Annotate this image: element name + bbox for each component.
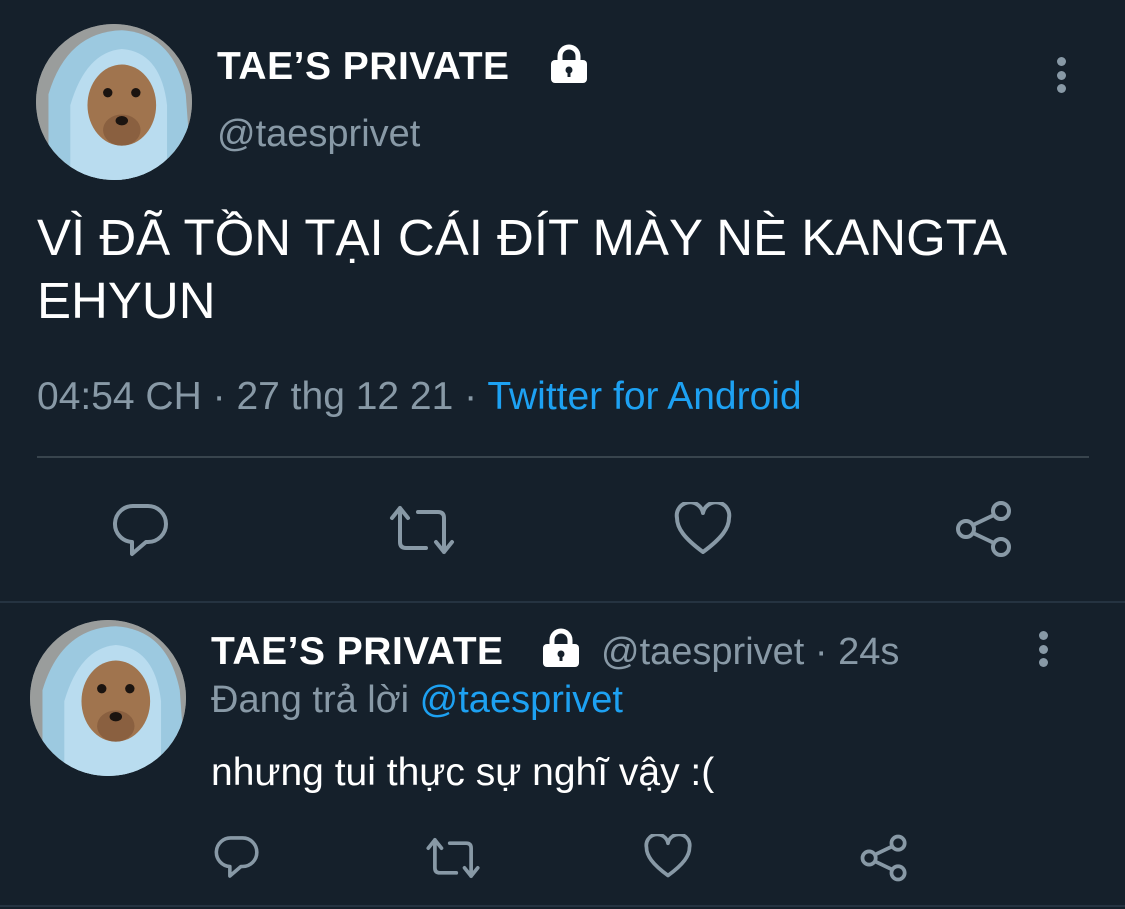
like-button[interactable] xyxy=(674,502,732,556)
share-icon xyxy=(860,834,907,882)
main-tweet-text-line2: EHYUN xyxy=(37,272,216,329)
tweet-meta: 04:54 CH · 27 thg 12 21 · Twitter for An… xyxy=(37,374,802,420)
reply-display-name[interactable]: TAE’S PRIVATE xyxy=(211,630,504,674)
reply-icon xyxy=(112,503,168,556)
share-icon xyxy=(956,501,1011,557)
bottom-separator xyxy=(0,905,1125,907)
reply-handle-time[interactable]: @taesprivet · 24s xyxy=(601,630,899,674)
tweet-time[interactable]: 04:54 CH xyxy=(37,375,202,418)
replying-to-handle[interactable]: @taesprivet xyxy=(420,679,623,721)
tweet-source[interactable]: Twitter for Android xyxy=(487,375,801,418)
share-button[interactable] xyxy=(860,834,908,882)
retweet-icon xyxy=(390,506,454,554)
reply-icon xyxy=(214,836,259,878)
retweet-button[interactable] xyxy=(388,504,456,556)
tweet-date[interactable]: 27 thg 12 21 xyxy=(236,375,453,418)
retweet-button[interactable] xyxy=(425,836,481,880)
replying-to: Đang trả lời @taesprivet xyxy=(211,678,623,722)
avatar-dog-image xyxy=(36,24,192,180)
main-avatar[interactable] xyxy=(36,24,192,180)
retweet-icon xyxy=(426,838,480,878)
replying-prefix: Đang trả lời xyxy=(211,679,410,721)
share-button[interactable] xyxy=(955,500,1013,558)
lock-icon xyxy=(541,628,581,668)
like-icon xyxy=(644,834,692,878)
more-icon[interactable] xyxy=(1055,57,1067,93)
lock-icon xyxy=(549,44,589,84)
reply-tweet-text: nhưng tui thực sự nghĩ vậy :( xyxy=(211,751,715,794)
main-divider xyxy=(37,456,1089,458)
main-display-name[interactable]: TAE’S PRIVATE xyxy=(217,45,510,89)
reply-avatar[interactable] xyxy=(30,620,186,776)
like-button[interactable] xyxy=(644,834,692,879)
avatar-dog-image xyxy=(30,620,186,776)
main-tweet-text-line1: VÌ ĐÃ TỒN TẠI CÁI ĐÍT MÀY NÈ KANGTA xyxy=(37,209,1008,266)
meta-separator: · xyxy=(212,375,226,418)
more-icon[interactable] xyxy=(1037,631,1049,667)
tweet-separator xyxy=(0,601,1125,603)
reply-button[interactable] xyxy=(112,502,170,558)
main-handle[interactable]: @taesprivet xyxy=(217,112,420,156)
reply-button[interactable] xyxy=(214,834,260,880)
like-icon xyxy=(674,502,732,554)
meta-separator: · xyxy=(464,375,478,418)
